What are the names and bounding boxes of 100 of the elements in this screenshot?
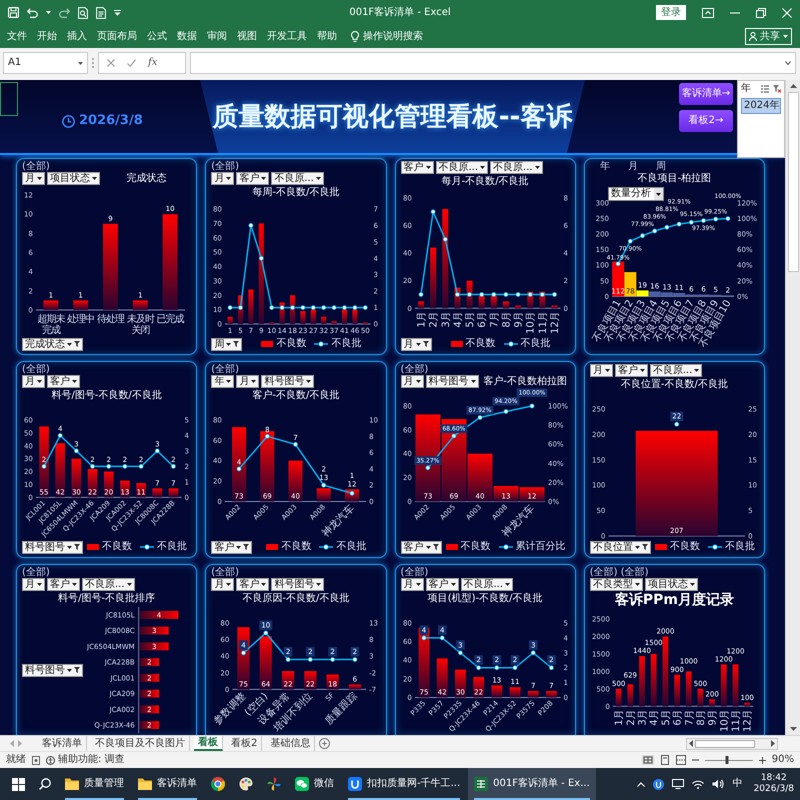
ribbon-options-icon[interactable] [702, 8, 714, 18]
ribbon-tab[interactable]: 插入 [64, 29, 90, 44]
period-label[interactable]: 月 [628, 161, 638, 172]
horizontal-scrollbar[interactable] [686, 738, 778, 750]
minus-icon[interactable] [692, 759, 699, 761]
redo-icon[interactable] [59, 8, 70, 18]
accessibility-button[interactable]: 辅助功能: 调查 [46, 754, 125, 766]
field-filter-button[interactable]: 客户 [211, 540, 252, 554]
filter-dropdown[interactable]: 不良原... [460, 578, 514, 591]
taskbar-button[interactable]: 微信 [289, 768, 340, 800]
ribbon-tab[interactable]: 页面布局 [94, 29, 140, 44]
field-filter-button[interactable]: 客户 [400, 540, 442, 554]
expand-caret-icon[interactable] [785, 61, 791, 65]
ribbon-tab[interactable]: 帮助 [314, 29, 340, 44]
filter-dropdown[interactable]: 月 [400, 375, 424, 388]
filter-dropdown[interactable]: 料号图号 [426, 375, 478, 388]
field-filter-button[interactable]: 料号图号 [22, 540, 83, 554]
search-icon[interactable] [39, 778, 51, 790]
page-break-icon[interactable] [676, 755, 686, 765]
ribbon-tab[interactable]: 文件 [4, 29, 30, 44]
period-label[interactable]: 周 [656, 161, 666, 172]
clear-filter-icon[interactable] [773, 85, 781, 93]
display-icon[interactable] [672, 779, 684, 789]
volume-icon[interactable] [712, 779, 724, 789]
taskbar-button[interactable]: 质量管理 [59, 768, 130, 800]
add-sheet-icon[interactable] [319, 738, 330, 749]
filter-dropdown[interactable]: 项目状态 [47, 172, 100, 185]
enter-icon[interactable] [127, 59, 136, 67]
multi-select-icon[interactable] [761, 85, 769, 93]
filter-dropdown[interactable]: 不良类型 [590, 578, 643, 591]
chevron-up-icon[interactable] [636, 782, 645, 786]
filter-dropdown[interactable]: 不良原... [271, 172, 324, 185]
page-icon[interactable] [96, 6, 106, 18]
taskbar-button[interactable]: 扣扣质量网-千牛工... [342, 768, 466, 800]
sign-in-button[interactable]: 登录 [656, 5, 686, 20]
filter-dropdown[interactable]: 料号图号 [271, 578, 324, 591]
scroll-down-icon[interactable] [790, 727, 796, 731]
nav-button[interactable]: 客诉清单→ [679, 83, 733, 105]
undo-icon[interactable] [27, 8, 38, 18]
macro-icon[interactable] [32, 756, 40, 764]
scrollbar-thumb[interactable] [788, 92, 798, 272]
period-label[interactable]: 年 [600, 161, 610, 172]
filter-dropdown[interactable]: 不良原... [436, 161, 488, 174]
ribbon-tab[interactable]: 视图 [234, 29, 260, 44]
wifi-icon[interactable] [692, 780, 704, 788]
formula-input[interactable] [190, 52, 796, 74]
page-layout-icon[interactable] [660, 755, 670, 765]
filter-dropdown[interactable]: 客户 [47, 375, 80, 388]
vertical-scrollbar[interactable] [785, 80, 800, 735]
scroll-right-icon[interactable] [771, 740, 775, 747]
clock-date[interactable]: 2026/3/8 [754, 784, 794, 795]
field-filter-button[interactable]: 不良位置 [590, 540, 651, 554]
input-method-indicator[interactable]: 中 [730, 778, 746, 790]
tell-me-search[interactable]: 操作说明搜索 [348, 29, 426, 44]
filter-dropdown[interactable]: 客户 [47, 578, 80, 591]
normal-view-icon[interactable] [642, 755, 654, 765]
filter-dropdown[interactable]: 年 [211, 375, 234, 388]
filter-dropdown[interactable]: 不良原... [82, 578, 135, 591]
ribbon-tab[interactable]: 开始 [34, 29, 60, 44]
field-filter-button[interactable]: 周 [211, 338, 242, 350]
close-icon[interactable] [782, 8, 792, 18]
filter-dropdown[interactable]: 月 [590, 364, 613, 377]
filter-dropdown[interactable]: 客户 [400, 161, 434, 174]
scrollbar-thumb[interactable] [695, 740, 755, 748]
ribbon-tab[interactable]: 开发工具 [264, 29, 310, 44]
ribbon-tab[interactable]: 审阅 [204, 29, 230, 44]
filter-dropdown[interactable]: 月 [400, 578, 424, 591]
filter-dropdown[interactable]: 不良原... [650, 364, 702, 377]
filter-dropdown[interactable]: 月 [236, 375, 260, 388]
clock-time[interactable]: 18:42 [754, 773, 794, 784]
ribbon-tab[interactable]: 数据 [174, 29, 200, 44]
plus-icon[interactable] [758, 756, 766, 764]
field-filter-button[interactable]: 完成状态 [22, 338, 83, 350]
field-filter-button[interactable]: 料号图号 [22, 664, 83, 676]
print-preview-icon[interactable] [78, 6, 88, 18]
insert-function-button[interactable]: fx [148, 57, 158, 69]
filter-dropdown[interactable]: 月 [22, 375, 45, 388]
filter-dropdown[interactable]: 月 [22, 578, 45, 591]
scroll-up-icon[interactable] [790, 84, 796, 88]
customize-icon[interactable] [114, 10, 121, 16]
taskbar-button[interactable]: 001F客诉清单 - Ex... [468, 768, 596, 800]
sheet-tab[interactable]: 看板 [194, 736, 223, 751]
name-box[interactable]: A1 [3, 52, 88, 74]
filter-dropdown[interactable]: 客户 [236, 578, 270, 591]
save-icon[interactable] [8, 7, 19, 18]
filter-dropdown[interactable]: 料号图号 [261, 375, 314, 388]
analysis-dropdown[interactable]: 数量分析 [608, 187, 664, 201]
filter-dropdown[interactable]: 月 [22, 172, 45, 185]
share-button[interactable]: 共享 [745, 28, 792, 45]
filter-dropdown[interactable]: 客户 [236, 172, 270, 185]
scroll-left-icon[interactable] [689, 740, 693, 747]
restore-icon[interactable] [756, 8, 766, 18]
filter-dropdown[interactable]: 月 [211, 578, 234, 591]
ribbon-tab[interactable]: 公式 [144, 29, 170, 44]
cancel-icon[interactable] [107, 59, 115, 67]
minimize-icon[interactable] [730, 12, 740, 14]
zoom-slider-thumb[interactable] [726, 756, 729, 764]
zoom-level[interactable]: 90% [772, 754, 794, 766]
tray-app-icon[interactable] [652, 778, 664, 790]
filter-dropdown[interactable]: 客户 [426, 578, 458, 591]
